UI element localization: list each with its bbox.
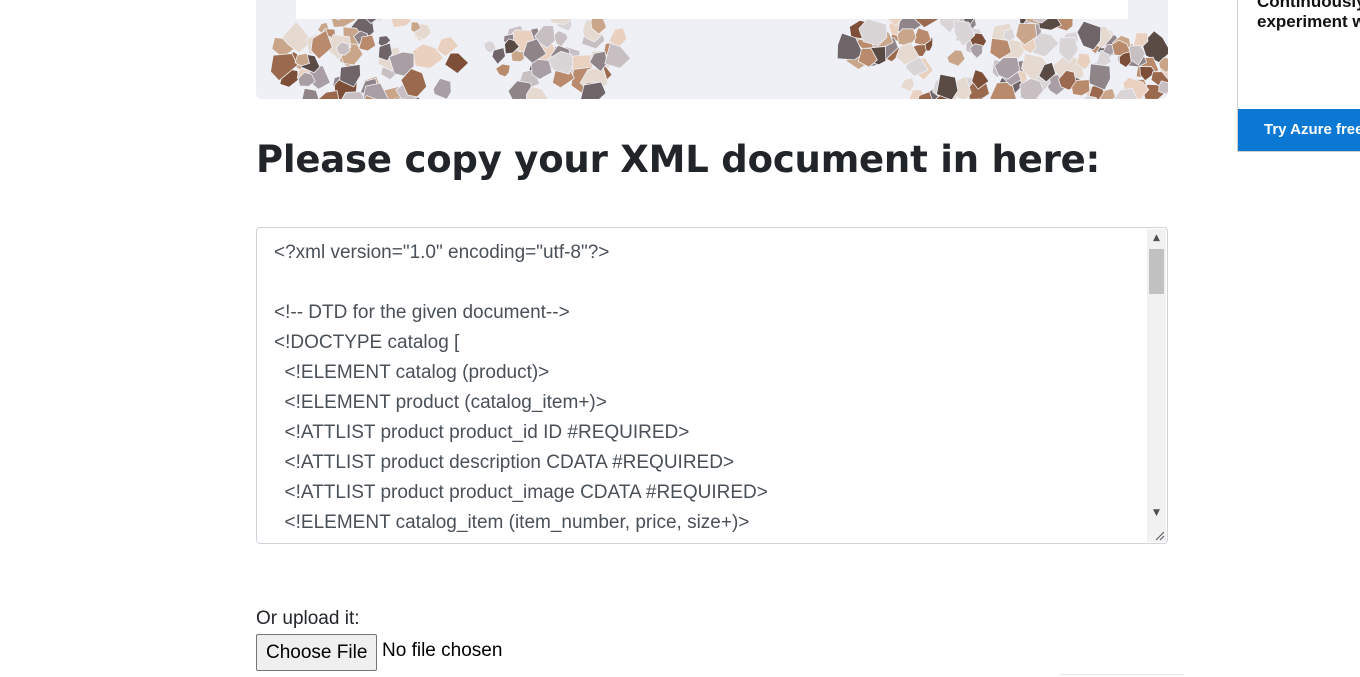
xml-line: <!ELEMENT product (catalog_item+)> — [274, 392, 607, 413]
mosaic-tile — [294, 52, 310, 67]
xml-line: <?xml version="1.0" encoding="utf-8"?> — [274, 242, 610, 263]
mosaic-tile — [1158, 80, 1168, 95]
mosaic-tile — [899, 77, 915, 93]
mosaic-tile — [1076, 20, 1102, 51]
mosaic-tile — [317, 90, 340, 99]
xml-line: <!ATTLIST product product_id ID #REQUIRE… — [274, 422, 690, 443]
mosaic-tile — [301, 87, 320, 99]
scroll-up-arrow-icon[interactable]: ▲ — [1147, 230, 1166, 247]
ad-text: Continuously experiment w — [1257, 0, 1360, 31]
scroll-thumb[interactable] — [1149, 249, 1164, 294]
xml-line: <!DOCTYPE catalog [ — [274, 332, 460, 353]
mosaic-tile — [936, 73, 959, 99]
xml-line: <!-- DTD for the given document--> — [274, 302, 570, 323]
xml-line: <!ATTLIST product product_image CDATA #R… — [274, 482, 768, 503]
azure-ad[interactable]: Continuously experiment w Try Azure free — [1237, 0, 1360, 152]
xml-text-content[interactable]: <?xml version="1.0" encoding="utf-8"?> <… — [274, 238, 1137, 538]
xml-textarea[interactable]: <?xml version="1.0" encoding="utf-8"?> <… — [256, 227, 1168, 544]
scroll-down-arrow-icon[interactable]: ▼ — [1147, 505, 1166, 522]
mosaic-tile — [946, 49, 966, 67]
mosaic-tile — [553, 30, 569, 48]
mosaic-tile — [444, 52, 470, 75]
xml-line: <!ELEMENT catalog (product)> — [274, 362, 550, 383]
page: Continuously experiment w Try Azure free… — [0, 0, 1360, 677]
textarea-scrollbar[interactable]: ▲ ▼ — [1147, 229, 1166, 542]
resize-grip-icon[interactable] — [1153, 529, 1165, 541]
header-banner — [256, 0, 1168, 99]
mosaic-tile — [495, 63, 511, 78]
xml-line — [274, 268, 1137, 298]
xml-line: <!ATTLIST product description CDATA #REQ… — [274, 452, 735, 473]
mosaic-tile — [432, 77, 452, 99]
xml-line: <!ELEMENT catalog_item (item_number, pri… — [274, 512, 750, 533]
choose-file-button[interactable]: Choose File — [256, 634, 378, 671]
page-title: Please copy your XML document in here: — [256, 138, 1101, 181]
banner-card — [296, 0, 1128, 19]
try-azure-button[interactable]: Try Azure free — [1238, 109, 1360, 151]
upload-label: Or upload it: — [256, 608, 360, 629]
file-status: No file chosen — [382, 640, 503, 661]
divider — [1060, 674, 1184, 675]
